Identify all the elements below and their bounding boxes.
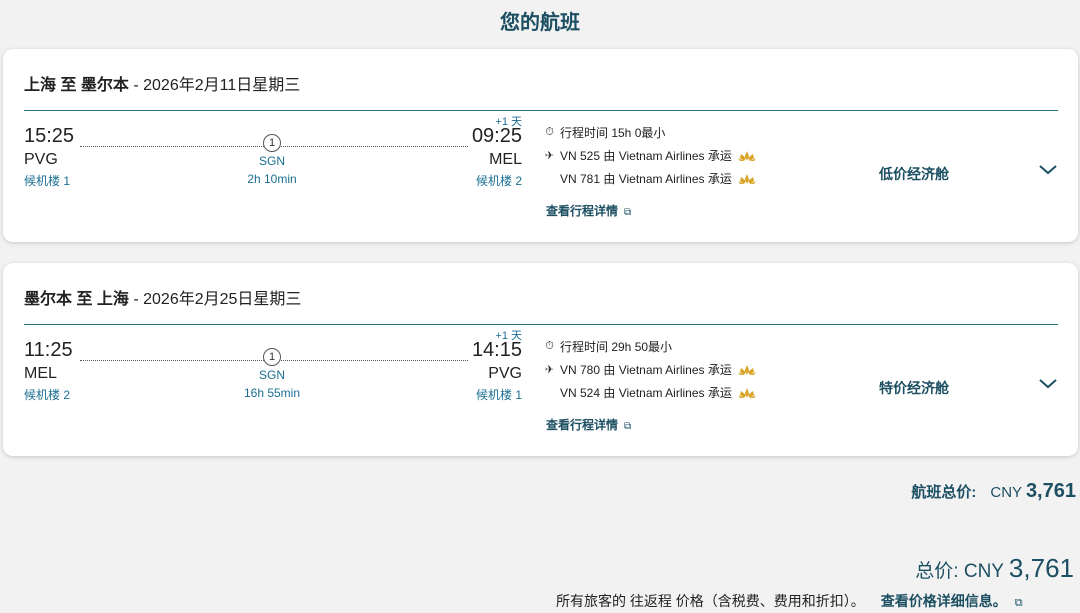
arrival-airport: PVG — [488, 365, 522, 382]
flight-total-label: 航班总价: — [911, 484, 977, 501]
vietnam-airlines-lotus-icon — [737, 364, 756, 376]
itinerary-route: 墨尔本 至 上海 — [24, 291, 129, 308]
arrival-terminal: 候机楼 1 — [475, 388, 522, 402]
arrival-terminal: 候机楼 2 — [475, 174, 522, 188]
arrival-time: 09:25 — [471, 125, 522, 147]
itinerary-date: - 2026年2月11日星期三 — [128, 77, 301, 94]
flight-total-currency: CNY — [990, 484, 1022, 501]
flight-segment-text: VN 524 由 Vietnam Airlines 承运 — [560, 386, 732, 400]
departure-airport: MEL — [24, 365, 57, 382]
page-title: 您的航班 — [500, 12, 580, 34]
footnote-text: 所有旅客的 往返程 价格（含税费、费用和折扣）。 — [556, 593, 865, 609]
view-itinerary-details-link[interactable]: 查看行程详情 ⧉ — [546, 202, 631, 219]
stop-duration: 16h 55min — [243, 386, 301, 400]
flight-segment-text: VN 781 由 Vietnam Airlines 承运 — [560, 172, 732, 186]
grand-total: 总价: CNY 3,761 — [915, 553, 1074, 584]
flight-segment-row: ✈ VN 525 由 Vietnam Airlines 承运 — [543, 147, 756, 164]
flight-segment-text: VN 525 由 Vietnam Airlines 承运 — [560, 149, 732, 163]
duration-text: 行程时间 15h 0最小 — [560, 126, 666, 140]
stop-duration: 2h 10min — [247, 172, 297, 186]
grand-total-label: 总价: CNY — [915, 561, 1004, 582]
price-details-link[interactable]: 查看价格详细信息。 — [881, 593, 1007, 609]
flight-segment-row: ✈ VN 781 由 Vietnam Airlines 承运 — [543, 170, 756, 187]
external-link-icon: ⧉ — [624, 421, 632, 432]
itinerary-header: 墨尔本 至 上海 - 2026年2月25日星期三 — [24, 285, 301, 309]
arrival-time: 14:15 — [471, 339, 522, 361]
flight-total: 航班总价: CNY 3,761 — [911, 480, 1076, 503]
itinerary-header: 上海 至 墨尔本 - 2026年2月11日星期三 — [24, 71, 300, 95]
vietnam-airlines-lotus-icon — [737, 150, 756, 162]
vietnam-airlines-lotus-icon — [737, 387, 756, 399]
stopwatch-icon: ⏱ — [545, 340, 554, 352]
departure-time: 11:25 — [24, 339, 73, 361]
departure-airport: PVG — [24, 151, 58, 168]
details-link-label: 查看行程详情 — [546, 204, 619, 218]
flight-segment-text: VN 780 由 Vietnam Airlines 承运 — [560, 363, 732, 377]
itinerary-card-return: 墨尔本 至 上海 - 2026年2月25日星期三 11:25 MEL 候机楼 2… — [3, 263, 1078, 456]
plane-icon: ✈ — [544, 364, 555, 376]
chevron-down-icon[interactable] — [1037, 375, 1059, 391]
cabin-class: 低价经济舱 — [879, 166, 949, 182]
itinerary-card-outbound: 上海 至 墨尔本 - 2026年2月11日星期三 15:25 PVG 候机楼 1… — [3, 49, 1078, 242]
duration-text: 行程时间 29h 50最小 — [560, 340, 673, 354]
flight-total-amount: 3,761 — [1025, 480, 1076, 502]
price-footnote: 所有旅客的 往返程 价格（含税费、费用和折扣）。 查看价格详细信息。 ⧉ — [556, 591, 1023, 611]
departure-terminal: 候机楼 2 — [24, 388, 71, 402]
grand-total-amount: 3,761 — [1008, 553, 1074, 583]
stop-count-badge: 1 — [263, 134, 281, 152]
header-divider — [24, 110, 1058, 111]
header-divider — [24, 324, 1058, 325]
duration-row: ⏱ 行程时间 29h 50最小 — [543, 338, 672, 355]
external-link-icon: ⧉ — [1014, 597, 1023, 609]
details-link-label: 查看行程详情 — [546, 418, 619, 432]
itinerary-date: - 2026年2月25日星期三 — [128, 291, 302, 308]
stop-airport: SGN — [258, 154, 285, 168]
departure-terminal: 候机楼 1 — [24, 174, 71, 188]
stop-count-badge: 1 — [263, 348, 281, 366]
departure-time: 15:25 — [24, 125, 75, 147]
external-link-icon: ⧉ — [624, 207, 632, 218]
vietnam-airlines-lotus-icon — [737, 173, 756, 185]
arrival-airport: MEL — [489, 151, 522, 168]
stopwatch-icon: ⏱ — [545, 126, 554, 138]
chevron-down-icon[interactable] — [1037, 161, 1059, 177]
flight-segment-row: ✈ VN 780 由 Vietnam Airlines 承运 — [543, 361, 756, 378]
flight-segment-row: ✈ VN 524 由 Vietnam Airlines 承运 — [543, 384, 756, 401]
view-itinerary-details-link[interactable]: 查看行程详情 ⧉ — [546, 416, 631, 433]
itinerary-route: 上海 至 墨尔本 — [24, 77, 129, 94]
cabin-class: 特价经济舱 — [879, 380, 949, 396]
duration-row: ⏱ 行程时间 15h 0最小 — [543, 124, 665, 141]
stop-airport: SGN — [258, 368, 285, 382]
plane-icon: ✈ — [544, 150, 555, 162]
